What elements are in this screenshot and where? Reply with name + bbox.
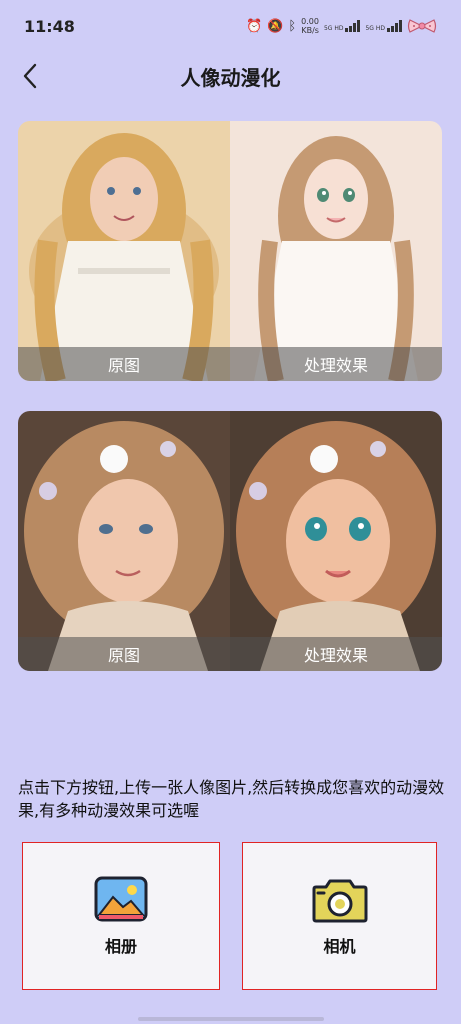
girl-portrait-image [18, 411, 230, 671]
original-label: 原图 [18, 347, 230, 381]
alarm-icon: ⏰ [245, 18, 263, 34]
cartoon-girl-image [230, 411, 442, 671]
net-speed: 0.00 KB/s [301, 17, 319, 35]
anime-girl-image [230, 121, 442, 381]
app-header: 人像动漫化 [0, 52, 461, 100]
example-card-1: 原图 处理效果 [18, 121, 442, 381]
sim1-signal: 5G HD [324, 20, 361, 32]
camera-button[interactable]: 相机 [242, 842, 437, 990]
processed-label: 处理效果 [230, 347, 442, 381]
net-speed-unit: KB/s [301, 26, 319, 35]
bluetooth-icon: ᛒ [288, 18, 297, 34]
signal-icon [345, 20, 361, 32]
gallery-icon [94, 876, 148, 922]
sim2-signal: 5G HD [365, 20, 402, 32]
net-speed-value: 0.00 [301, 17, 319, 26]
girl-photo-image [18, 121, 230, 381]
mute-icon: 🔕 [267, 18, 284, 34]
processed-photo-2: 处理效果 [230, 411, 442, 671]
sim1-label: 5G HD [323, 25, 344, 32]
album-button[interactable]: 相册 [22, 842, 220, 990]
bow-icon [407, 18, 437, 34]
original-label: 原图 [18, 637, 230, 671]
status-time: 11:48 [24, 16, 75, 36]
instruction-text: 点击下方按钮,上传一张人像图片,然后转换成您喜欢的动漫效果,有多种动漫效果可选喔 [18, 778, 445, 820]
processed-photo-1: 处理效果 [230, 121, 442, 381]
home-indicator[interactable] [138, 1017, 324, 1021]
camera-icon [312, 879, 367, 923]
processed-label: 处理效果 [230, 637, 442, 671]
page-title: 人像动漫化 [180, 66, 281, 90]
camera-label: 相机 [323, 937, 356, 956]
album-label: 相册 [104, 937, 137, 956]
example-card-2: 原图 处理效果 [18, 411, 442, 671]
status-icons: ⏰ 🔕 ᛒ 0.00 KB/s 5G HD 5G HD [246, 17, 437, 35]
status-bar: 11:48 ⏰ 🔕 ᛒ 0.00 KB/s 5G HD 5G HD [0, 0, 461, 52]
sim2-label: 5G HD [365, 25, 385, 32]
signal-icon [387, 20, 402, 32]
original-photo-1: 原图 [18, 121, 230, 381]
original-photo-2: 原图 [18, 411, 230, 671]
